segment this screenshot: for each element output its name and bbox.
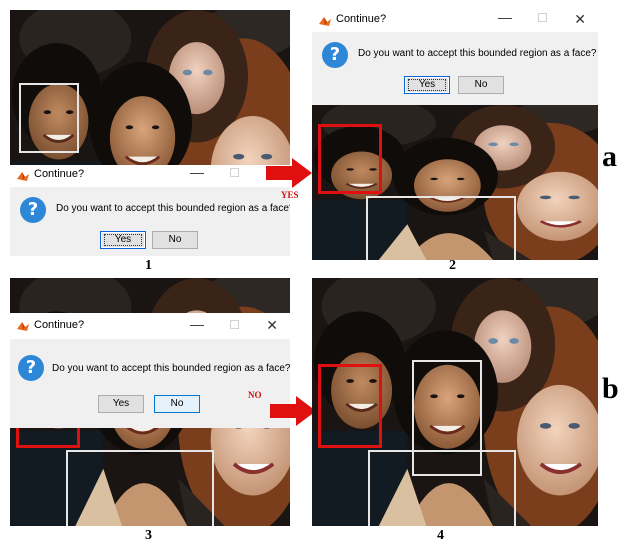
arrow-right-icon [266,158,312,188]
face-bounding-box [19,83,79,153]
continue-dialog: Continue? — ☐ ✕ ? Do you want to accept … [312,10,598,105]
dialog-message: Do you want to accept this bounded regio… [358,48,597,59]
continue-dialog: Continue? — ☐ ✕ ? Do you want to accept … [10,313,290,428]
maximize-icon[interactable]: ☐ [229,318,240,332]
matlab-icon [17,172,29,181]
dialog-title: Continue? [336,13,387,25]
question-icon: ? [18,355,44,381]
dialog-titlebar[interactable]: Continue? — ☐ ✕ [10,313,290,339]
arrow-right-icon [270,396,316,426]
yes-button[interactable]: Yes [100,231,146,249]
close-icon[interactable]: ✕ [266,317,278,334]
accepted-face-box [318,124,382,194]
close-icon[interactable]: ✕ [574,11,586,28]
yes-arrow-label: YES [281,190,299,200]
focus-ring [104,234,142,246]
dialog-message: Do you want to accept this bounded regio… [52,363,290,374]
no-button[interactable]: No [154,395,200,413]
panel-1: Continue? — ☐ ? Do you want to accept th… [10,10,290,256]
dialog-titlebar[interactable]: Continue? — ☐ [10,164,290,187]
no-button[interactable]: No [152,231,198,249]
no-arrow-label: NO [248,390,262,400]
minimize-icon[interactable]: — [498,10,512,25]
no-button[interactable]: No [458,76,504,94]
panel-label-4: 4 [437,528,444,543]
dialog-title: Continue? [34,319,85,331]
question-icon: ? [322,42,348,68]
dialog-titlebar[interactable]: Continue? — ☐ ✕ [312,10,598,32]
panel-label-1: 1 [145,258,152,273]
matlab-icon [17,322,29,331]
focus-ring [408,79,446,91]
yes-button[interactable]: Yes [404,76,450,94]
face-bounding-box [66,450,214,526]
panel-3: Continue? — ☐ ✕ ? Do you want to accept … [10,278,290,526]
minimize-icon[interactable]: — [190,316,204,332]
face-bounding-box [368,450,516,526]
dialog-title: Continue? [34,168,85,180]
yes-button[interactable]: Yes [98,395,144,413]
panel-label-3: 3 [145,528,152,543]
row-label-b: b [602,372,619,405]
row-label-a: a [602,140,617,173]
question-icon: ? [20,197,46,223]
maximize-icon[interactable]: ☐ [537,11,548,25]
matlab-icon [319,17,331,26]
yes-button-label: Yes [112,398,130,409]
dialog-message: Do you want to accept this bounded regio… [56,203,290,214]
accepted-face-box [318,364,382,448]
maximize-icon[interactable]: ☐ [229,166,240,180]
panel-2: Continue? — ☐ ✕ ? Do you want to accept … [312,10,598,260]
minimize-icon[interactable]: — [190,164,204,180]
continue-dialog: Continue? — ☐ ? Do you want to accept th… [10,164,290,256]
panel-label-2: 2 [449,258,456,273]
panel-4 [312,278,598,526]
face-bounding-box [366,196,516,260]
